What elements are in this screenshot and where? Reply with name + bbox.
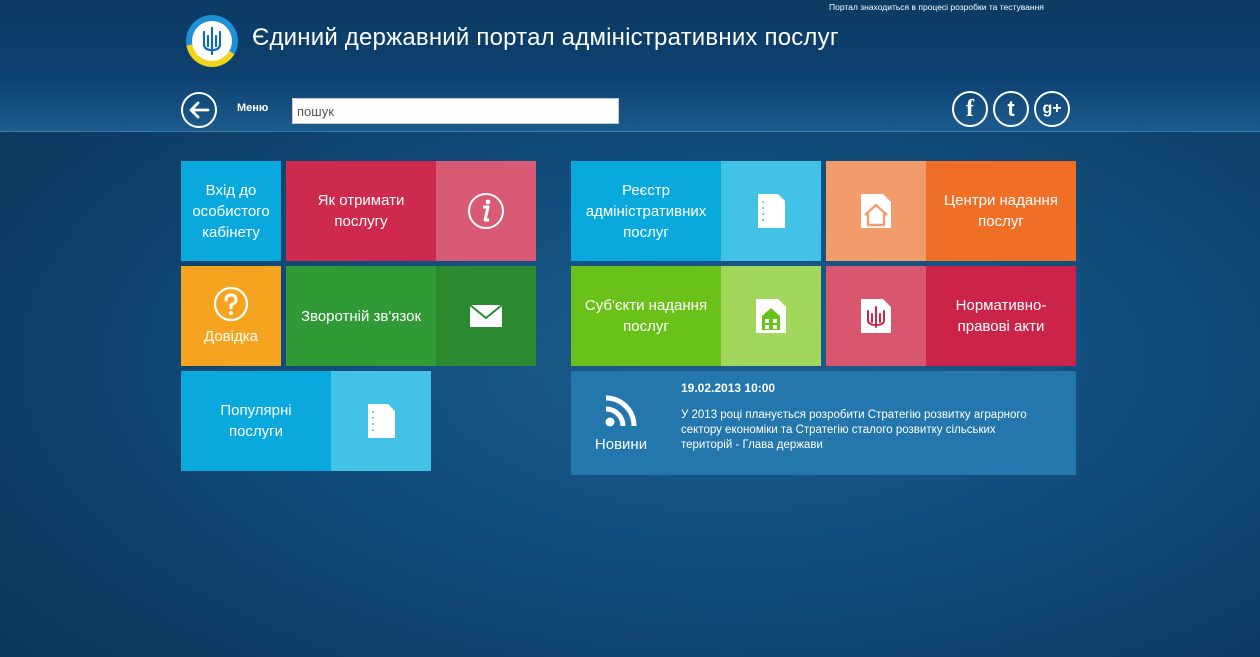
googleplus-button[interactable]: g+ [1034,91,1070,127]
trident-document-icon [861,299,891,333]
personal-cabinet-tile[interactable]: Вхід до особистого кабінету [181,161,281,261]
arrow-left-icon [189,101,210,119]
facebook-icon: f [966,95,974,122]
trident-emblem-icon [192,21,232,61]
site-title: Єдиний державний портал адміністративних… [252,24,839,51]
googleplus-icon: g+ [1042,100,1062,117]
normative-label: Нормативно-правові акти [955,297,1047,335]
info-icon [468,193,504,229]
centers-icon-tile[interactable] [826,161,926,261]
feedback-icon-tile[interactable] [436,266,536,366]
twitter-icon: t [1007,96,1015,121]
menu-label[interactable]: Меню [237,102,268,114]
document-icon [368,404,395,438]
feedback-tile[interactable]: Зворотній зв'язок [286,266,436,366]
news-text[interactable]: У 2013 році планується розробити Стратег… [681,408,1041,453]
rss-icon [605,395,637,426]
document-icon [758,194,785,228]
help-tile[interactable]: Довідка [181,266,281,366]
facebook-button[interactable]: f [952,91,988,127]
news-icon-area: Новини [571,371,671,475]
news-label: Новини [594,435,648,453]
how-to-get-icon-tile[interactable] [436,161,536,261]
popular-services-tile[interactable]: Популярні послуги [181,371,331,471]
normative-tile[interactable]: Нормативно-правові акти [926,266,1076,366]
envelope-icon [469,304,503,327]
centers-label: Центри надання послуг [944,192,1058,230]
registry-label: Реєстр адміністративних послуг [585,181,707,241]
dev-notice: Портал знаходиться в процесі розробки та… [829,2,1044,12]
portal-logo[interactable] [186,15,238,67]
centers-tile[interactable]: Центри надання послуг [926,161,1076,261]
subjects-label: Суб'єкти надання послуг [584,297,708,335]
feedback-label: Зворотній зв'язок [300,307,422,325]
back-button[interactable] [181,92,217,128]
help-label: Довідка [204,327,258,345]
question-icon [213,286,249,321]
search-input[interactable] [292,98,619,124]
popular-services-icon-tile[interactable] [331,371,431,471]
how-to-get-tile[interactable]: Як отримати послугу [286,161,436,261]
registry-tile[interactable]: Реєстр адміністративних послуг [571,161,721,261]
twitter-button[interactable]: t [993,91,1029,127]
how-to-get-label: Як отримати послугу [317,192,405,230]
building-document-icon [756,299,786,333]
popular-services-label: Популярні послуги [220,402,292,440]
news-date: 19.02.2013 10:00 [681,381,776,395]
normative-icon-tile[interactable] [826,266,926,366]
personal-cabinet-label: Вхід до особистого кабінету [192,181,270,241]
house-document-icon [861,194,891,228]
registry-icon-tile[interactable] [721,161,821,261]
subjects-icon-tile[interactable] [721,266,821,366]
subjects-tile[interactable]: Суб'єкти надання послуг [571,266,721,366]
news-tile[interactable]: Новини 19.02.2013 10:00 У 2013 році план… [571,371,1076,475]
